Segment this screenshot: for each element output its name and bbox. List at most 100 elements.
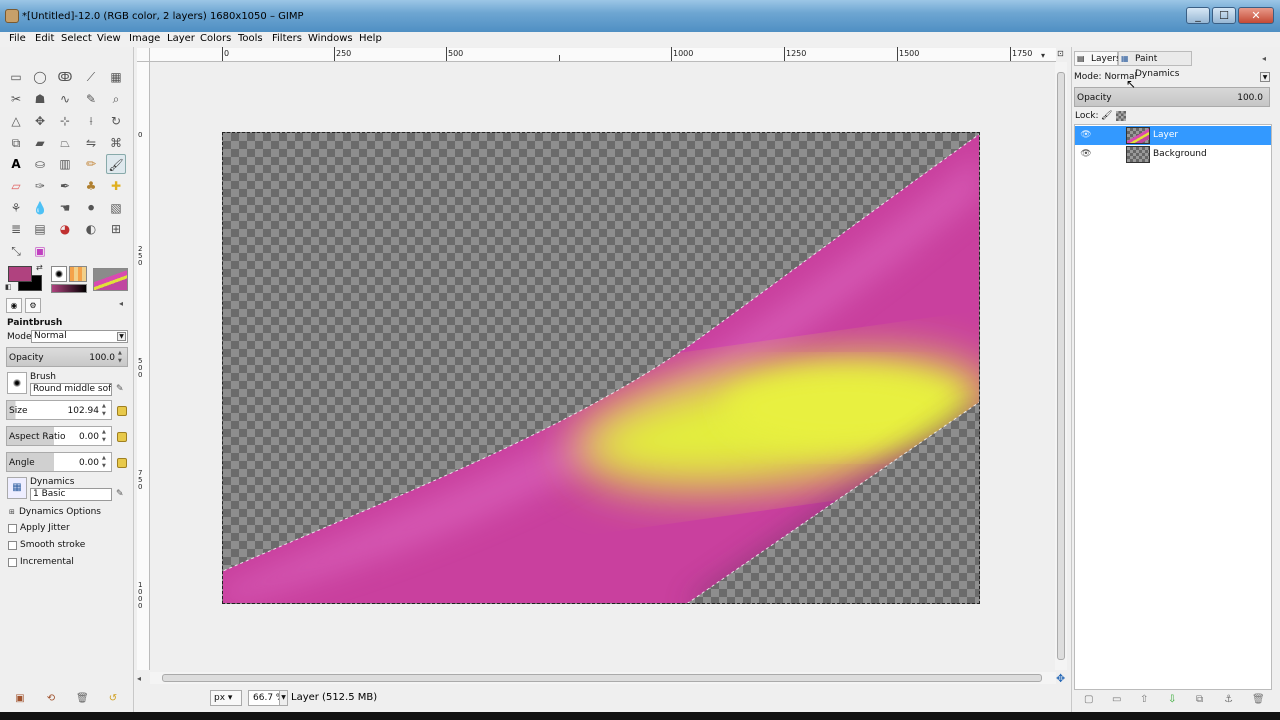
pencil-icon[interactable]: ✏ xyxy=(81,154,101,174)
zoom-icon[interactable]: ⌕ xyxy=(106,89,126,109)
perspective-icon[interactable]: ⏢ xyxy=(55,133,75,153)
lower-layer-icon[interactable]: ⇩ xyxy=(1168,694,1176,705)
spin-arrows-icon[interactable]: ▲ ▼ xyxy=(102,428,110,444)
measure-icon[interactable]: △ xyxy=(6,111,26,131)
posterize-icon[interactable]: ⤡ xyxy=(6,241,26,261)
vertical-scroll-thumb[interactable] xyxy=(1057,72,1065,660)
zoom-on-resize-icon[interactable]: ⊡ xyxy=(1057,49,1064,58)
menu-edit[interactable]: Edit xyxy=(35,33,54,44)
image-canvas[interactable] xyxy=(222,132,980,604)
free-select-icon[interactable]: ↂ xyxy=(55,67,75,87)
unit-select[interactable]: px ▾ xyxy=(210,690,242,706)
menu-filters[interactable]: Filters xyxy=(272,33,302,44)
eye-icon[interactable]: 👁 xyxy=(1080,129,1092,141)
save-options-icon[interactable]: ▣ xyxy=(14,693,26,705)
active-brush-preview[interactable] xyxy=(51,266,67,282)
perspective-clone-icon[interactable]: ⚘ xyxy=(6,198,26,218)
reset-colors-icon[interactable]: ◧ xyxy=(5,283,12,291)
delete-layer-icon[interactable]: 🗑 xyxy=(1252,694,1265,705)
paths-icon[interactable]: ∿ xyxy=(55,89,75,109)
minimize-button[interactable]: _ xyxy=(1186,7,1210,24)
color-balance-icon[interactable]: ◕ xyxy=(55,219,75,239)
levels-icon[interactable]: ≣ xyxy=(6,219,26,239)
foreground-select-icon[interactable]: ☗ xyxy=(30,89,50,109)
threshold-icon[interactable]: ⊞ xyxy=(106,219,126,239)
lock-pixels-icon[interactable]: 🖌 xyxy=(1101,111,1112,121)
reset-aspect-icon[interactable] xyxy=(117,432,127,442)
new-layer-group-icon[interactable]: ▭ xyxy=(1112,694,1121,705)
menu-windows[interactable]: Windows xyxy=(308,33,353,44)
vertical-ruler[interactable]: 0 250 500 750 1000 xyxy=(137,62,150,670)
dynamics-field[interactable]: 1 Basic xyxy=(30,488,112,501)
bucket-fill-icon[interactable]: ⛀ xyxy=(30,154,50,174)
rotate-icon[interactable]: ↻ xyxy=(106,111,126,131)
restore-options-icon[interactable]: ⟲ xyxy=(45,693,57,705)
menu-select[interactable]: Select xyxy=(61,33,92,44)
vertical-scrollbar[interactable] xyxy=(1055,62,1067,670)
text-tool-icon[interactable]: A xyxy=(6,154,26,174)
layer-row-layer[interactable]: 👁 Layer xyxy=(1075,126,1271,145)
dodge-burn-icon[interactable]: ⚫ xyxy=(81,198,101,218)
dynamics-options-expander[interactable]: Dynamics Options xyxy=(19,507,101,517)
delete-options-icon[interactable]: 🗑 xyxy=(76,693,89,705)
duplicate-layer-icon[interactable]: ⧉ xyxy=(1196,694,1203,705)
size-slider[interactable]: Size 102.94 ▲ ▼ xyxy=(6,400,112,420)
reset-options-icon[interactable]: ↺ xyxy=(107,693,119,705)
scale-icon[interactable]: ⧉ xyxy=(6,133,26,153)
menu-image[interactable]: Image xyxy=(129,33,160,44)
angle-slider[interactable]: Angle 0.00 ▲ ▼ xyxy=(6,452,112,472)
menu-file[interactable]: File xyxy=(9,33,26,44)
heal-icon[interactable]: ✚ xyxy=(106,176,126,196)
incremental-checkbox[interactable] xyxy=(8,558,17,567)
chevron-down-icon[interactable]: ▼ xyxy=(279,690,288,706)
layer-row-background[interactable]: 👁 Background xyxy=(1075,145,1271,164)
tab-paint-dynamics[interactable]: ▦ Paint Dynamics xyxy=(1118,51,1192,79)
reset-angle-icon[interactable] xyxy=(117,458,127,468)
mode-select[interactable]: Normal ▼ xyxy=(31,330,128,343)
brush-name-field[interactable]: Round middle soft LS xyxy=(30,383,112,396)
menu-view[interactable]: View xyxy=(97,33,121,44)
layer-opacity-slider[interactable]: Opacity 100.0 xyxy=(1074,87,1270,107)
image-menu-icon[interactable]: ▾ xyxy=(1041,51,1045,60)
navigate-icon[interactable]: ✥ xyxy=(1056,672,1065,685)
spin-arrows-icon[interactable]: ▲ ▼ xyxy=(102,454,110,470)
smooth-stroke-checkbox[interactable] xyxy=(8,541,17,550)
menu-colors[interactable]: Colors xyxy=(200,33,231,44)
quick-mask-icon[interactable]: ◂ xyxy=(137,674,141,683)
cage-transform-icon[interactable]: ⌘ xyxy=(106,133,126,153)
apply-jitter-checkbox[interactable] xyxy=(8,524,17,533)
aspect-ratio-slider[interactable]: Aspect Ratio 0.00 ▲ ▼ xyxy=(6,426,112,446)
curves-icon[interactable]: ▤ xyxy=(30,219,50,239)
new-layer-icon[interactable]: ▢ xyxy=(1084,694,1093,705)
device-status-tab-icon[interactable]: ⚙ xyxy=(25,298,41,313)
horizontal-ruler[interactable]: 0 250 500 1000 1250 1500 1750 xyxy=(150,47,1056,62)
blur-icon[interactable]: 💧 xyxy=(30,198,50,218)
scissors-select-icon[interactable]: ✂ xyxy=(6,89,26,109)
menu-tools[interactable]: Tools xyxy=(238,33,263,44)
eraser-icon[interactable]: ▱ xyxy=(6,176,26,196)
lock-alpha-icon[interactable] xyxy=(1116,111,1126,121)
flip-icon[interactable]: ⇋ xyxy=(81,133,101,153)
menu-help[interactable]: Help xyxy=(359,33,382,44)
fuzzy-select-icon[interactable]: ⟋ xyxy=(81,67,101,87)
airbrush-icon[interactable]: ✑ xyxy=(30,176,50,196)
paintbrush-icon[interactable]: 🖌 xyxy=(106,154,126,174)
crop-icon[interactable]: ⟊ xyxy=(81,111,101,131)
horizontal-scroll-thumb[interactable] xyxy=(162,674,1042,682)
opacity-slider[interactable]: Opacity 100.0 ▲ ▼ xyxy=(6,347,128,367)
smudge-icon[interactable]: ☚ xyxy=(55,198,75,218)
expander-icon[interactable]: ⊞ xyxy=(9,508,15,516)
ellipse-select-icon[interactable]: ◯ xyxy=(30,67,50,87)
raise-layer-icon[interactable]: ⇧ xyxy=(1140,694,1148,705)
menu-layer[interactable]: Layer xyxy=(167,33,195,44)
rect-select-icon[interactable]: ▭ xyxy=(6,67,26,87)
maximize-button[interactable]: ☐ xyxy=(1212,7,1236,24)
brush-button[interactable] xyxy=(7,372,27,394)
active-pattern-preview[interactable] xyxy=(69,266,87,282)
close-button[interactable]: ✕ xyxy=(1238,7,1274,24)
color-select-icon[interactable]: ▦ xyxy=(106,67,126,87)
shear-icon[interactable]: ▰ xyxy=(30,133,50,153)
tool-options-tab-icon[interactable]: ◉ xyxy=(6,298,22,313)
clone-icon[interactable]: ♣ xyxy=(81,176,101,196)
move-icon[interactable]: ✥ xyxy=(30,111,50,131)
